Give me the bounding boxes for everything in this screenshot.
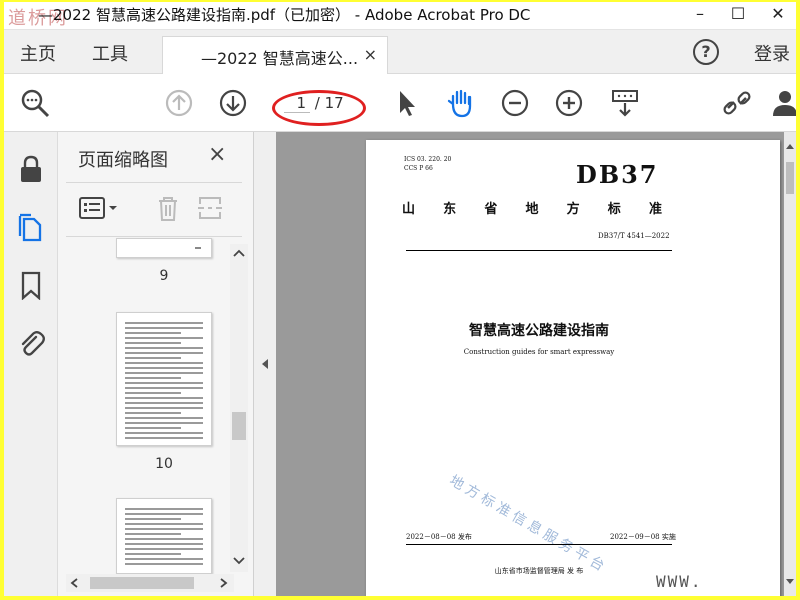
page-thumbnail-10[interactable] (116, 312, 212, 446)
thumbnail-panel: 页面缩略图 × 9 10 (58, 132, 254, 596)
thumbnail-hscrollbar[interactable] (66, 574, 234, 592)
thumbnail-options-icon[interactable] (78, 194, 126, 222)
navigation-rail (4, 132, 58, 596)
document-view[interactable]: ICS 03. 220. 20 CCS P 66 DB37 山 东 省 地 方 … (276, 132, 796, 596)
user-icon[interactable] (768, 86, 796, 120)
panel-collapse-strip[interactable] (254, 132, 276, 596)
province-char: 方 (566, 202, 580, 217)
standard-code: DB37/T 4541—2022 (598, 232, 670, 240)
collapse-arrow-icon[interactable] (260, 358, 270, 370)
hand-tool-icon[interactable] (444, 86, 478, 120)
footer-rule (406, 544, 672, 545)
effective-date: 2022－09－08 实施 (610, 533, 676, 541)
share-link-icon[interactable] (720, 86, 754, 120)
scroll-down-icon[interactable] (233, 556, 245, 566)
maximize-button[interactable]: ☐ (718, 4, 758, 23)
header-rule (406, 250, 672, 251)
lock-icon[interactable] (16, 154, 46, 184)
scroll-left-icon[interactable] (70, 578, 80, 588)
delete-page-icon[interactable] (154, 194, 182, 222)
divider (66, 236, 242, 237)
ccs-code: CCS P 66 (404, 165, 433, 172)
thumbnail-number: 10 (155, 456, 173, 472)
ics-code: ICS 03. 220. 20 (404, 156, 452, 163)
pdf-page: ICS 03. 220. 20 CCS P 66 DB37 山 东 省 地 方 … (366, 140, 780, 596)
divider (66, 182, 242, 183)
scroll-right-icon[interactable] (218, 578, 228, 588)
standard-mark: DB37 (576, 160, 659, 189)
url-watermark: WWW. (656, 572, 703, 591)
window-title: —2022 智慧高速公路建设指南.pdf（已加密） - Adobe Acroba… (38, 6, 531, 24)
scrollbar-thumb[interactable] (90, 577, 194, 589)
scroll-up-icon[interactable] (233, 248, 245, 258)
zoom-out-icon[interactable] (498, 86, 532, 120)
close-tab-button[interactable]: × (364, 45, 377, 64)
scroll-up-icon[interactable] (785, 142, 795, 150)
title-bar: 道桥网 —2022 智慧高速公路建设指南.pdf（已加密） - Adobe Ac… (4, 2, 796, 30)
province-char: 标 (607, 202, 621, 217)
thumbnail-number: 9 (159, 268, 169, 284)
bookmark-icon[interactable] (16, 270, 46, 300)
scrollbar-thumb[interactable] (786, 162, 794, 194)
document-title-en: Construction guides for smart expressway (463, 348, 615, 356)
zoom-search-icon[interactable] (18, 86, 52, 120)
panel-title: 页面缩略图 (78, 150, 168, 171)
page-count-highlight (272, 90, 366, 126)
next-page-icon[interactable] (216, 86, 250, 120)
help-icon[interactable]: ? (693, 39, 719, 65)
page-thumbnail-11[interactable] (116, 498, 212, 574)
document-title-cn: 智慧高速公路建设指南 (469, 323, 609, 339)
standard-category: 山 东 省 地 方 标 准 (402, 198, 662, 217)
province-char: 地 (525, 202, 539, 217)
menu-home[interactable]: 主页 (20, 40, 56, 66)
issue-date: 2022－08－08 发布 (406, 533, 472, 541)
acrobat-window: 道桥网 —2022 智慧高速公路建设指南.pdf（已加密） - Adobe Ac… (4, 2, 796, 596)
panel-close-button[interactable]: × (208, 142, 226, 167)
scroll-down-icon[interactable] (785, 578, 795, 586)
document-tab-label: —2022 智慧高速公... (201, 49, 359, 68)
page-thumbnails-icon[interactable] (16, 212, 46, 242)
insert-page-icon[interactable] (196, 194, 224, 222)
main-toolbar: 1 / 17 (4, 74, 796, 132)
login-button[interactable]: 登录 (754, 40, 790, 66)
previous-page-icon[interactable] (162, 86, 196, 120)
select-cursor-icon[interactable] (390, 86, 424, 120)
province-char: 山 (402, 202, 416, 217)
close-window-button[interactable]: ✕ (758, 4, 796, 23)
document-scrollbar[interactable] (784, 132, 796, 596)
scrollbar-thumb[interactable] (232, 412, 246, 440)
province-char: 东 (443, 202, 457, 217)
document-tab[interactable]: —2022 智慧高速公... × (162, 36, 388, 74)
page-display-icon[interactable] (608, 86, 642, 120)
thumbnail-scrollbar[interactable] (230, 244, 248, 572)
province-char: 准 (648, 202, 662, 217)
menu-tools[interactable]: 工具 (92, 40, 128, 66)
menu-bar: 主页 工具 —2022 智慧高速公... × ? 登录 (4, 30, 796, 74)
minimize-button[interactable]: – (680, 4, 720, 23)
page-thumbnail-9[interactable] (116, 238, 212, 258)
platform-watermark: 地方标准信息服务平台 (446, 472, 611, 577)
attachment-icon[interactable] (16, 328, 46, 358)
zoom-in-icon[interactable] (552, 86, 586, 120)
province-char: 省 (484, 202, 498, 217)
